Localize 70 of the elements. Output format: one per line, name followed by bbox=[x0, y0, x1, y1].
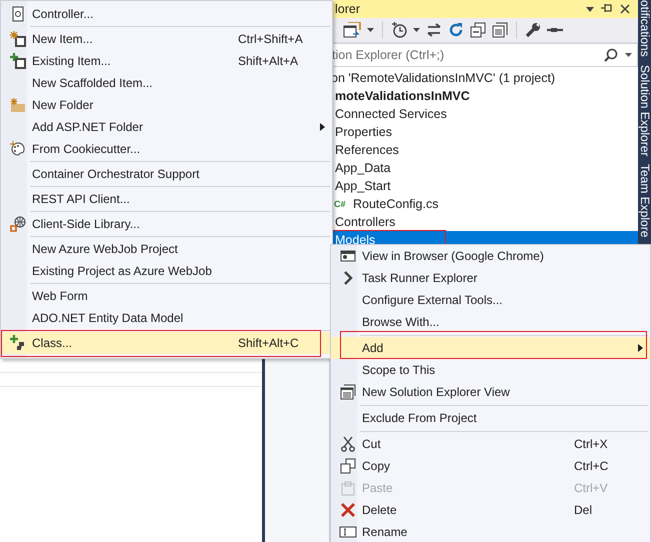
menu-item[interactable]: Controller... bbox=[1, 3, 332, 25]
menu-item[interactable]: Client-Side Library... bbox=[1, 213, 332, 235]
search-icon bbox=[604, 48, 618, 62]
menu-item[interactable]: From Cookiecutter... bbox=[1, 138, 332, 160]
class-icon bbox=[10, 335, 26, 351]
menu-item[interactable]: New Solution Explorer View bbox=[331, 381, 650, 403]
globe-icon bbox=[10, 216, 26, 232]
dropdown-caret-icon[interactable] bbox=[413, 28, 420, 32]
menu-item[interactable]: Existing Item... Shift+Alt+A bbox=[1, 50, 332, 72]
menu-item[interactable]: Rename bbox=[331, 521, 650, 542]
tree-item[interactable]: Connected Services bbox=[331, 105, 638, 123]
menu-item[interactable]: Class... Shift+Alt+C bbox=[1, 332, 332, 354]
copy-icon bbox=[340, 458, 356, 474]
collapse-icon[interactable] bbox=[470, 22, 486, 38]
menu-item[interactable]: Task Runner Explorer bbox=[331, 267, 650, 289]
menu-item[interactable]: Existing Project as Azure WebJob bbox=[1, 260, 332, 282]
menu-item[interactable]: Copy Ctrl+C bbox=[331, 455, 650, 477]
delete-icon bbox=[340, 502, 356, 518]
add-item-icon bbox=[10, 53, 26, 69]
dropdown-caret-icon[interactable] bbox=[625, 53, 632, 57]
search-field[interactable]: tion Explorer (Ctrl+;) bbox=[331, 43, 638, 67]
chevron-icon bbox=[342, 271, 354, 285]
tree-item[interactable]: moteValidationsInMVC bbox=[331, 87, 638, 105]
menu-item[interactable]: Add ASP.NET Folder bbox=[1, 116, 332, 138]
new-item-icon bbox=[10, 31, 26, 47]
menu-item[interactable]: Delete Del bbox=[331, 499, 650, 521]
tree-item[interactable]: C# RouteConfig.cs bbox=[331, 195, 638, 213]
tree-item[interactable]: Properties bbox=[331, 123, 638, 141]
csharp-file-icon: C# bbox=[334, 199, 353, 209]
rename-icon bbox=[339, 526, 357, 538]
menu-item[interactable]: Web Form bbox=[1, 285, 332, 307]
menu-item[interactable]: Container Orchestrator Support bbox=[1, 163, 332, 185]
dropdown-caret-icon[interactable] bbox=[367, 28, 374, 32]
menu-item[interactable]: Configure External Tools... bbox=[331, 289, 650, 311]
pin-icon[interactable] bbox=[601, 4, 613, 14]
menu-item[interactable]: Exclude From Project bbox=[331, 407, 650, 429]
menu-item[interactable]: New Azure WebJob Project bbox=[1, 238, 332, 260]
wrench-icon[interactable] bbox=[525, 22, 541, 38]
menu-item[interactable]: New Folder bbox=[1, 94, 332, 116]
tree-item[interactable]: App_Data bbox=[331, 159, 638, 177]
dropdown-caret-icon[interactable] bbox=[586, 6, 594, 12]
menu-item[interactable]: ADO.NET Entity Data Model bbox=[1, 307, 332, 329]
browser-icon bbox=[340, 249, 356, 263]
menu-item[interactable]: Scope to This bbox=[331, 359, 650, 381]
document-icon bbox=[11, 6, 25, 22]
menu-item[interactable]: REST API Client... bbox=[1, 188, 332, 210]
tree-item[interactable]: App_Start bbox=[331, 177, 638, 195]
tree-item[interactable]: References bbox=[331, 141, 638, 159]
refresh-icon[interactable] bbox=[448, 22, 464, 38]
new-folder-icon bbox=[10, 98, 26, 112]
minus-icon[interactable] bbox=[547, 27, 563, 33]
side-tab[interactable]: Team Explore bbox=[638, 164, 651, 238]
window-list-icon bbox=[340, 384, 356, 400]
menu-item[interactable]: Add bbox=[331, 337, 650, 359]
sync-window-icon[interactable] bbox=[343, 22, 361, 38]
menu-item[interactable]: Browse With... bbox=[331, 311, 650, 333]
side-tab[interactable]: otifications bbox=[638, 0, 651, 57]
swap-arrows-icon[interactable] bbox=[426, 23, 442, 37]
tree-item[interactable]: Controllers bbox=[331, 213, 638, 231]
panel-title: lorer bbox=[335, 2, 360, 16]
menu-item[interactable]: New Item... Ctrl+Shift+A bbox=[1, 28, 332, 50]
scissors-icon bbox=[341, 436, 355, 452]
pages-icon[interactable] bbox=[492, 22, 508, 38]
close-icon[interactable] bbox=[620, 4, 630, 14]
side-tab[interactable]: Solution Explorer bbox=[638, 64, 651, 156]
menu-item[interactable]: Cut Ctrl+X bbox=[331, 433, 650, 455]
palette-icon bbox=[10, 141, 26, 157]
paste-icon bbox=[341, 480, 355, 496]
clock-icon[interactable] bbox=[391, 22, 407, 38]
menu-item[interactable]: New Scaffolded Item... bbox=[1, 72, 332, 94]
